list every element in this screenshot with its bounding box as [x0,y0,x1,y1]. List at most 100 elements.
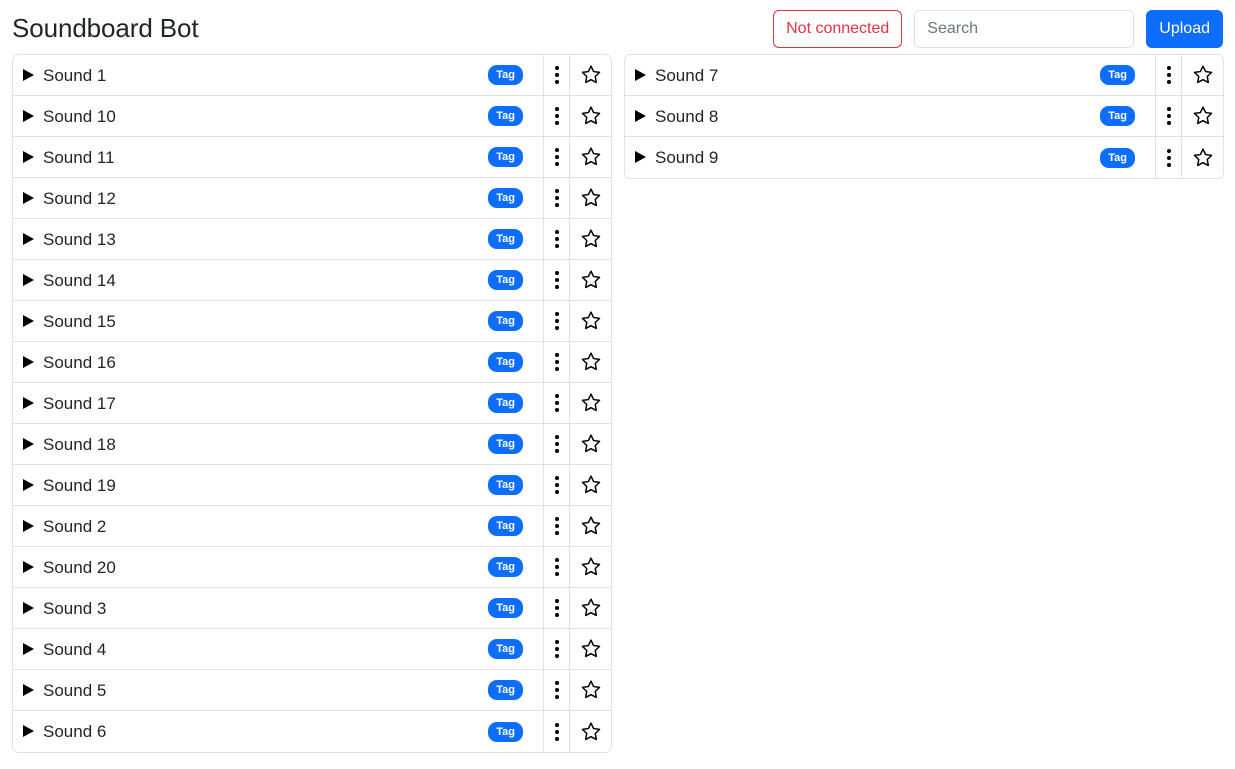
favorite-button[interactable] [569,260,611,300]
tag-badge[interactable]: Tag [1100,65,1135,85]
play-icon [634,150,647,165]
row-menu-button[interactable] [543,588,569,628]
sound-play-area[interactable]: Sound 6 Tag [13,711,543,752]
tag-badge[interactable]: Tag [488,188,523,208]
sound-play-area[interactable]: Sound 7 Tag [625,55,1155,95]
tag-area: Tag [488,721,533,742]
row-menu-button[interactable] [543,711,569,752]
sound-play-area[interactable]: Sound 20 Tag [13,547,543,587]
sound-play-area[interactable]: Sound 2 Tag [13,506,543,546]
sound-name: Sound 15 [43,312,116,330]
sound-play-area[interactable]: Sound 8 Tag [625,96,1155,136]
sound-play-area[interactable]: Sound 4 Tag [13,629,543,669]
favorite-button[interactable] [569,178,611,218]
row-menu-button[interactable] [543,137,569,177]
tag-badge[interactable]: Tag [488,393,523,413]
row-menu-button[interactable] [543,383,569,423]
favorite-button[interactable] [569,96,611,136]
star-outline-icon [580,474,602,496]
star-outline-icon [580,597,602,619]
row-menu-button[interactable] [1155,55,1181,95]
sound-play-area[interactable]: Sound 5 Tag [13,670,543,710]
search-input[interactable] [914,10,1135,48]
row-menu-button[interactable] [543,301,569,341]
tag-area: Tag [1100,147,1145,168]
row-menu-button[interactable] [543,547,569,587]
row-menu-button[interactable] [543,55,569,95]
tag-badge[interactable]: Tag [488,65,523,85]
row-menu-button[interactable] [543,670,569,710]
favorite-button[interactable] [1181,55,1223,95]
favorite-button[interactable] [569,301,611,341]
row-menu-button[interactable] [543,424,569,464]
tag-badge[interactable]: Tag [488,598,523,618]
sound-play-area[interactable]: Sound 11 Tag [13,137,543,177]
sound-play-area[interactable]: Sound 16 Tag [13,342,543,382]
tag-area: Tag [488,680,533,700]
favorite-button[interactable] [569,219,611,259]
sound-play-area[interactable]: Sound 10 Tag [13,96,543,136]
sound-play-area[interactable]: Sound 3 Tag [13,588,543,628]
tag-badge[interactable]: Tag [1100,106,1135,126]
row-menu-button[interactable] [1155,137,1181,178]
sound-name: Sound 8 [655,107,719,125]
sound-play-area[interactable]: Sound 19 Tag [13,465,543,505]
tag-badge[interactable]: Tag [488,557,523,577]
sound-row: Sound 20 Tag [13,547,611,588]
tag-badge[interactable]: Tag [488,434,523,454]
tag-badge[interactable]: Tag [488,270,523,290]
sound-play-area[interactable]: Sound 13 Tag [13,219,543,259]
tag-badge[interactable]: Tag [488,680,523,700]
row-menu-button[interactable] [543,260,569,300]
row-menu-button[interactable] [543,342,569,382]
tag-badge[interactable]: Tag [488,639,523,659]
favorite-button[interactable] [569,629,611,669]
sound-play-area[interactable]: Sound 12 Tag [13,178,543,218]
sound-play-area[interactable]: Sound 17 Tag [13,383,543,423]
play-icon [22,68,35,83]
tag-badge[interactable]: Tag [488,516,523,536]
tag-badge[interactable]: Tag [488,721,523,742]
favorite-button[interactable] [569,588,611,628]
sound-play-area[interactable]: Sound 14 Tag [13,260,543,300]
favorite-button[interactable] [1181,96,1223,136]
star-outline-icon [580,515,602,537]
tag-badge[interactable]: Tag [1100,147,1135,168]
sound-name: Sound 6 [43,723,107,740]
favorite-button[interactable] [569,137,611,177]
favorite-button[interactable] [569,465,611,505]
favorite-button[interactable] [569,711,611,752]
row-menu-button[interactable] [1155,96,1181,136]
favorite-button[interactable] [569,55,611,95]
row-menu-button[interactable] [543,629,569,669]
favorite-button[interactable] [569,383,611,423]
favorite-button[interactable] [569,506,611,546]
tag-badge[interactable]: Tag [488,229,523,249]
play-icon [22,478,35,493]
favorite-button[interactable] [569,670,611,710]
row-menu-button[interactable] [543,506,569,546]
favorite-button[interactable] [569,342,611,382]
tag-badge[interactable]: Tag [488,311,523,331]
sound-play-area[interactable]: Sound 1 Tag [13,55,543,95]
connection-status-button[interactable]: Not connected [773,10,903,48]
upload-button[interactable]: Upload [1146,10,1223,48]
tag-badge[interactable]: Tag [488,106,523,126]
tag-badge[interactable]: Tag [488,147,523,167]
sound-play-area[interactable]: Sound 9 Tag [625,137,1155,178]
kebab-menu-icon [554,722,559,741]
sound-play-area[interactable]: Sound 15 Tag [13,301,543,341]
sound-play-area[interactable]: Sound 18 Tag [13,424,543,464]
sound-columns: Sound 1 Tag Sound 10 Tag Sound 11 Tag Sound 12… [12,54,1224,753]
tag-badge[interactable]: Tag [488,352,523,372]
row-menu-button[interactable] [543,219,569,259]
row-menu-button[interactable] [543,96,569,136]
play-icon [22,150,35,165]
row-menu-button[interactable] [543,178,569,218]
kebab-menu-icon [554,681,559,699]
tag-badge[interactable]: Tag [488,475,523,495]
row-menu-button[interactable] [543,465,569,505]
favorite-button[interactable] [569,424,611,464]
favorite-button[interactable] [1181,137,1223,178]
favorite-button[interactable] [569,547,611,587]
